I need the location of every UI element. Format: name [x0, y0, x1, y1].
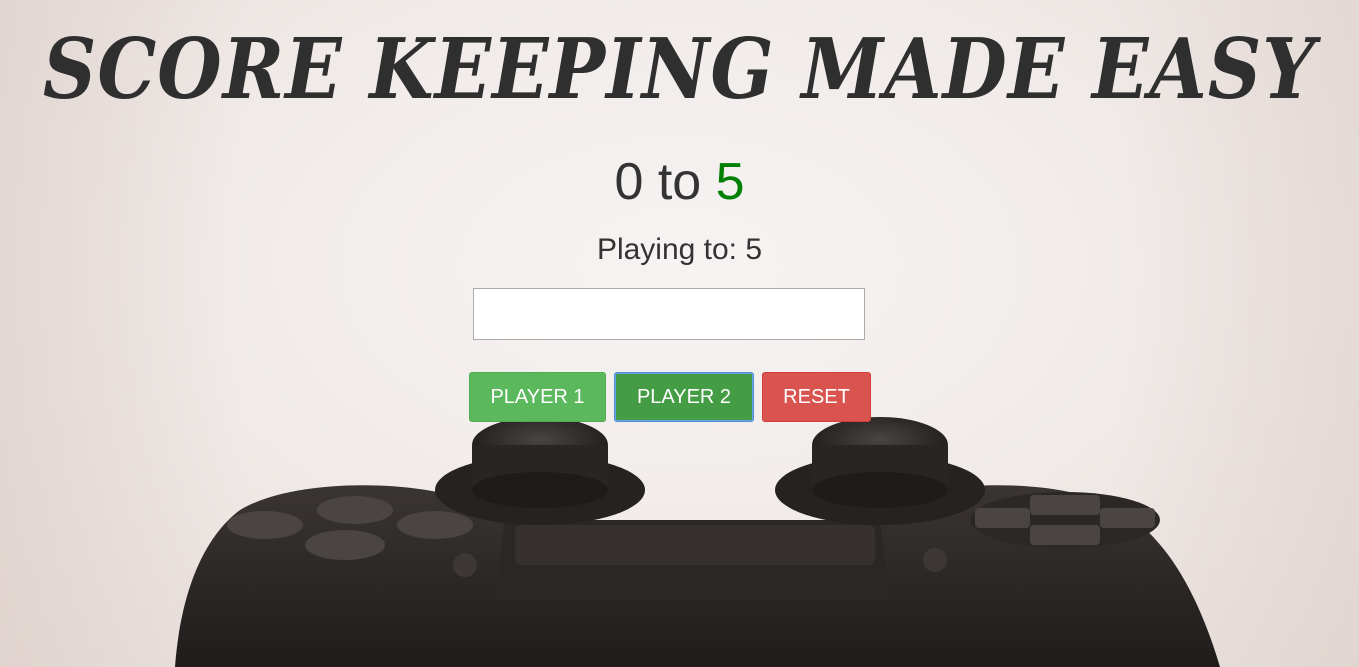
score-separator: to [657, 153, 702, 211]
page-title: SCORE KEEPING MADE EASY [42, 22, 1317, 119]
playing-to-text: Playing to: 5 [0, 232, 1359, 268]
player2-button[interactable]: PLAYER 2 [614, 372, 754, 422]
player2-score: 5 [715, 153, 745, 211]
reset-button[interactable]: RESET [762, 372, 871, 422]
player1-score: 0 [614, 153, 644, 211]
winning-score-input[interactable] [473, 288, 865, 340]
score-display: 0 to 5 [0, 152, 1359, 212]
playing-to-value: 5 [745, 233, 763, 266]
player1-button[interactable]: PLAYER 1 [469, 372, 606, 422]
playing-to-label: Playing to: [596, 233, 738, 266]
